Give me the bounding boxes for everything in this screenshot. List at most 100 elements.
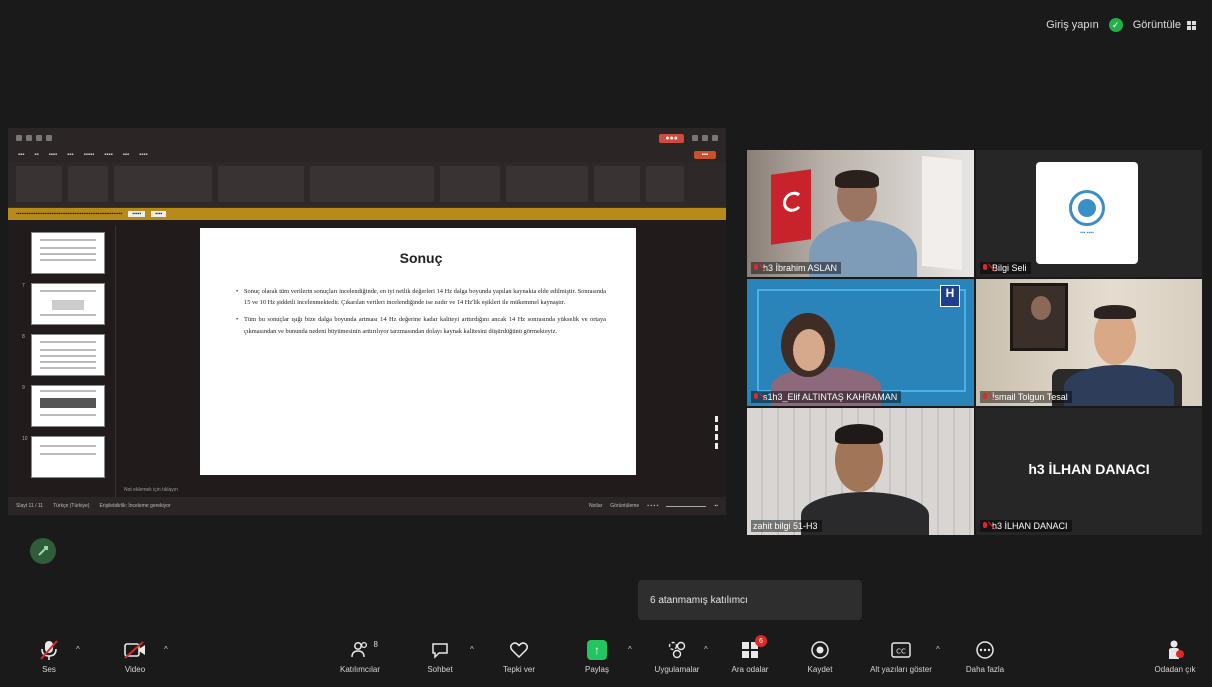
ppt-ribbon [8, 162, 726, 208]
thumbnail [22, 232, 109, 274]
muted-mic-icon [982, 263, 989, 273]
status-accessibility: Erişilebilirlik: İnceleme gerekiyor [99, 503, 171, 509]
turkish-flag [771, 169, 811, 245]
participant-gallery: h3 İbrahim ASLAN ▪▪▪ ▪▪▪▪ Bilgi Seli H s… [747, 150, 1202, 535]
meeting-toolbar: Ses ^ Video ^ 8 Katılımcılar Sohbet ^ Te… [0, 631, 1212, 687]
grid-icon [1187, 20, 1196, 30]
participant-tile-active-speaker[interactable]: zahit bilgi 51-H3 [747, 408, 974, 535]
participant-tile[interactable]: H s1h3_Elif ALTINTAŞ KAHRAMAN [747, 279, 974, 406]
participant-tile[interactable]: h3 İLHAN DANACI h3 İLHAN DANACI [976, 408, 1202, 535]
thumbnail: 7 [22, 283, 109, 325]
react-label: Tepki ver [502, 665, 535, 674]
participant-avatar: ▪▪▪ ▪▪▪▪ [1036, 162, 1138, 264]
breakout-rooms-button[interactable]: 6 Ara odalar [715, 635, 785, 674]
video-off-icon [124, 641, 145, 659]
video-options-caret[interactable]: ^ [164, 645, 168, 654]
wall-portrait [1010, 283, 1068, 351]
muted-microphone-icon [40, 640, 58, 660]
leave-label: Odadan çık [1154, 665, 1196, 674]
ppt-quick-access [16, 135, 52, 141]
participant-name-tag: h3 İLHAN DANACI [980, 520, 1072, 532]
status-right: Notlar Görüntüleme ▪ ▪ ▪ ▪ ▪▪ [588, 503, 718, 509]
share-screen-icon: ↑ [587, 640, 607, 660]
notes-hint: Not eklemek için tıklayın [124, 487, 178, 493]
status-notes: Notlar [588, 503, 603, 509]
participant-name-tag: Bilgi Seli [980, 262, 1031, 274]
share-label: Paylaş [584, 665, 609, 674]
breakout-badge: 6 [755, 635, 767, 647]
mute-options-caret[interactable]: ^ [76, 645, 80, 654]
apps-button[interactable]: Uygulamalar [642, 637, 712, 674]
participant-name-tag: İsmail Tolgun Tesal [980, 391, 1072, 403]
slide-bullet: Tüm bu sonuçlar ışığı bize dalga boyunda… [236, 314, 606, 336]
more-icon [976, 641, 994, 659]
zoom-slider [666, 505, 707, 507]
record-icon [811, 641, 829, 659]
participants-button[interactable]: 8 Katılımcılar [325, 637, 395, 674]
ppt-share-button: ▪▪▪ [693, 151, 716, 159]
participant-display-name: h3 İLHAN DANACI [1028, 461, 1150, 477]
slide-thumbnails: 7 8 9 10 [8, 226, 116, 497]
mute-button[interactable]: Ses [14, 637, 84, 674]
muted-mic-icon [753, 263, 760, 273]
apps-icon [668, 641, 686, 659]
view-button[interactable]: Görüntüle [1133, 19, 1196, 31]
captions-options-caret[interactable]: ^ [936, 645, 940, 654]
status-lang: Türkçe (Türkiye) [53, 503, 90, 509]
chat-options-caret[interactable]: ^ [470, 645, 474, 654]
heart-icon [509, 642, 529, 659]
school-badge: H [940, 285, 960, 307]
ppt-warning-bar: ▪▪▪▪▪▪▪▪▪▪▪▪▪▪▪▪▪▪▪▪▪▪▪▪▪▪▪▪▪▪▪▪▪▪▪▪▪▪▪▪… [8, 208, 726, 220]
login-link[interactable]: Giriş yapın [1046, 19, 1099, 31]
floating-reaction-icon[interactable] [30, 538, 56, 564]
participant-tile[interactable]: ▪▪▪ ▪▪▪▪ Bilgi Seli [976, 150, 1202, 277]
participant-tile[interactable]: h3 İbrahim ASLAN [747, 150, 974, 277]
slide-title: Sonuç [399, 250, 443, 266]
shared-screen: ●●● ▪▪▪ ▪▪ ▪▪▪▪ ▪▪▪ ▪▪▪▪▪ ▪▪▪▪ ▪▪▪ ▪▪▪▪ ▪▪▪ ▪▪▪… [8, 128, 726, 515]
thumbnail: 10 [22, 436, 109, 478]
muted-mic-icon [753, 392, 760, 402]
slide-canvas: Sonuç Sonuç olarak tüm verilerin sonuçla… [116, 226, 726, 497]
participants-count: 8 [373, 640, 378, 649]
participants-icon [351, 641, 368, 658]
participant-name-tag: zahit bilgi 51-H3 [751, 520, 822, 532]
share-options-caret[interactable]: ^ [628, 645, 632, 654]
record-label: Kaydet [807, 665, 833, 674]
shield-icon[interactable]: ✓ [1108, 18, 1123, 32]
person-video [1064, 365, 1174, 406]
participant-tile[interactable]: İsmail Tolgun Tesal [976, 279, 1202, 406]
mute-label: Ses [42, 665, 56, 674]
breakout-label: Ara odalar [731, 665, 769, 674]
leave-room-button[interactable]: Odadan çık [1140, 637, 1210, 674]
ppt-record-button: ●●● [659, 133, 684, 143]
ppt-window-controls [692, 135, 718, 141]
chat-button[interactable]: Sohbet [405, 637, 475, 674]
record-button[interactable]: Kaydet [785, 637, 855, 674]
video-button[interactable]: Video [100, 637, 170, 674]
thumbnail: 9 [22, 385, 109, 427]
participant-name-tag: h3 İbrahim ASLAN [751, 262, 842, 274]
slide-bullets: Sonuç olarak tüm verilerin sonuçları inc… [236, 286, 606, 337]
share-screen-button[interactable]: ↑ Paylaş [562, 637, 632, 674]
chat-icon [432, 643, 448, 659]
participant-name-tag: s1h3_Elif ALTINTAŞ KAHRAMAN [751, 391, 902, 403]
slide-bullet: Sonuç olarak tüm verilerin sonuçları inc… [236, 286, 606, 308]
leave-room-icon [1169, 640, 1184, 659]
ppt-body: 7 8 9 10 Sonuç Sonuç olarak tüm verileri… [8, 226, 726, 497]
more-button[interactable]: Daha fazla [950, 637, 1020, 674]
vertical-scrollbar [715, 416, 718, 466]
ppt-status-bar: Slayt 11 / 11 Türkçe (Türkiye) Erişilebi… [8, 497, 726, 515]
thumbnail: 8 [22, 334, 109, 376]
ppt-title-bar: ●●● [8, 128, 726, 148]
current-slide: Sonuç Sonuç olarak tüm verilerin sonuçla… [200, 228, 636, 475]
captions-icon: CC [891, 642, 911, 658]
view-label: Görüntüle [1132, 19, 1181, 31]
more-label: Daha fazla [965, 665, 1005, 674]
react-button[interactable]: Tepki ver [484, 637, 554, 674]
captions-button[interactable]: CC Alt yazıları göster [866, 637, 936, 674]
ppt-menu-bar: ▪▪▪ ▪▪ ▪▪▪▪ ▪▪▪ ▪▪▪▪▪ ▪▪▪▪ ▪▪▪ ▪▪▪▪ ▪▪▪ [8, 148, 726, 162]
muted-mic-icon [982, 521, 989, 531]
chat-label: Sohbet [427, 665, 453, 674]
unassigned-participants-toast[interactable]: 6 atanmamış katılımcı [638, 580, 862, 620]
apps-options-caret[interactable]: ^ [704, 645, 708, 654]
